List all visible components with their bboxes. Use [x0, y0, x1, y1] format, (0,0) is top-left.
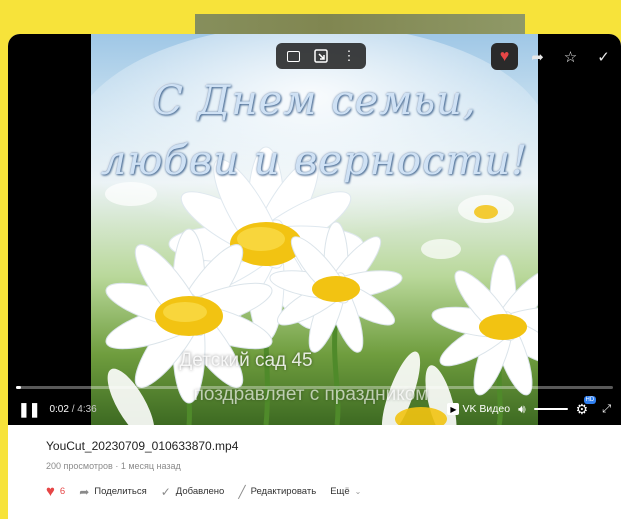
player-controls: ❚❚ 0:02 / 4:36 ▶ VK Видео 🔊︎ ⚙ HD ⤢ [8, 394, 621, 424]
more-vertical-icon: ⋮ [342, 48, 356, 63]
video-frame: С Днем семьи, любви и верности! Детский … [91, 34, 538, 425]
share-video-button[interactable]: ➦ [524, 43, 551, 70]
added-button[interactable]: ✓ Добавлено [161, 485, 225, 499]
miniplayer-button[interactable] [308, 45, 334, 67]
like-button[interactable]: ♥ 6 [46, 483, 65, 500]
check-icon: ✓ [597, 48, 610, 66]
edit-button[interactable]: ╱ Редактировать [238, 485, 316, 499]
greeting-line-1: С Днем семьи, [152, 78, 477, 124]
video-modal: С Днем семьи, любви и верности! Детский … [8, 34, 621, 519]
subtitles-icon [286, 50, 300, 62]
miniplayer-icon [314, 49, 328, 63]
video-player[interactable]: С Днем семьи, любви и верности! Детский … [8, 34, 621, 425]
player-right-toolbar: ♥ ➦ ☆ ✓ [491, 43, 617, 70]
volume-icon[interactable]: 🔊︎ [518, 402, 526, 417]
controls-right: ▶ VK Видео 🔊︎ ⚙ HD ⤢ [447, 395, 611, 418]
share-icon: ➦ [79, 484, 90, 499]
added-label: Добавлено [175, 486, 225, 497]
pencil-icon: ╱ [238, 484, 246, 499]
progress-bar[interactable] [16, 386, 613, 389]
favorite-button[interactable]: ☆ [557, 43, 584, 70]
video-actions: ♥ 6 ➦ Поделиться ✓ Добавлено ╱ Редактиро… [46, 483, 361, 500]
video-title: YouCut_20230709_010633870.mp4 [46, 439, 239, 453]
upload-date: 1 месяц назад [120, 461, 181, 471]
video-subtitle-line-1: Детский сад 45 [179, 350, 313, 371]
video-meta: 200 просмотров · 1 месяц назад [46, 461, 181, 471]
view-count: 200 просмотров [46, 461, 113, 471]
added-check-button[interactable]: ✓ [590, 43, 617, 70]
chevron-down-icon: ⌄ [354, 487, 362, 496]
heart-filled-icon: ♥ [46, 483, 55, 500]
pause-button[interactable]: ❚❚ [18, 401, 40, 418]
more-button[interactable]: Ещё ⌄ [330, 486, 361, 497]
video-info-panel: YouCut_20230709_010633870.mp4 200 просмо… [8, 425, 621, 519]
heart-icon: ♥ [499, 47, 510, 65]
checkmark-icon: ✓ [160, 484, 171, 499]
more-label: Ещё [330, 486, 350, 497]
brand-label: VK Видео [462, 403, 511, 415]
play-logo-icon: ▶ [447, 403, 460, 415]
time-current: 0:02 [49, 403, 69, 415]
share-button[interactable]: ➦ Поделиться [79, 485, 147, 499]
share-arrow-icon: ➦ [531, 48, 544, 66]
quality-badge: HD [583, 395, 597, 404]
vk-video-logo[interactable]: ▶ VK Видео [447, 403, 510, 415]
meta-dot: · [112, 461, 121, 471]
like-video-button[interactable]: ♥ [491, 43, 518, 70]
time-display: 0:02 / 4:36 [49, 404, 96, 415]
volume-slider[interactable] [533, 408, 568, 410]
edit-label: Редактировать [250, 486, 317, 497]
share-label: Поделиться [94, 486, 147, 497]
subtitles-button[interactable] [280, 45, 306, 67]
settings-gear-icon[interactable]: ⚙ HD [576, 395, 597, 418]
fullscreen-icon[interactable]: ⤢ [602, 403, 611, 416]
time-total: 4:36 [77, 403, 97, 415]
progress-fill [16, 386, 21, 389]
player-top-toolbar: ⋮ [276, 43, 366, 69]
like-count: 6 [59, 486, 66, 497]
star-icon: ☆ [563, 48, 578, 66]
greeting-line-2: любви и верности! [100, 138, 529, 184]
more-options-button[interactable]: ⋮ [336, 45, 362, 67]
